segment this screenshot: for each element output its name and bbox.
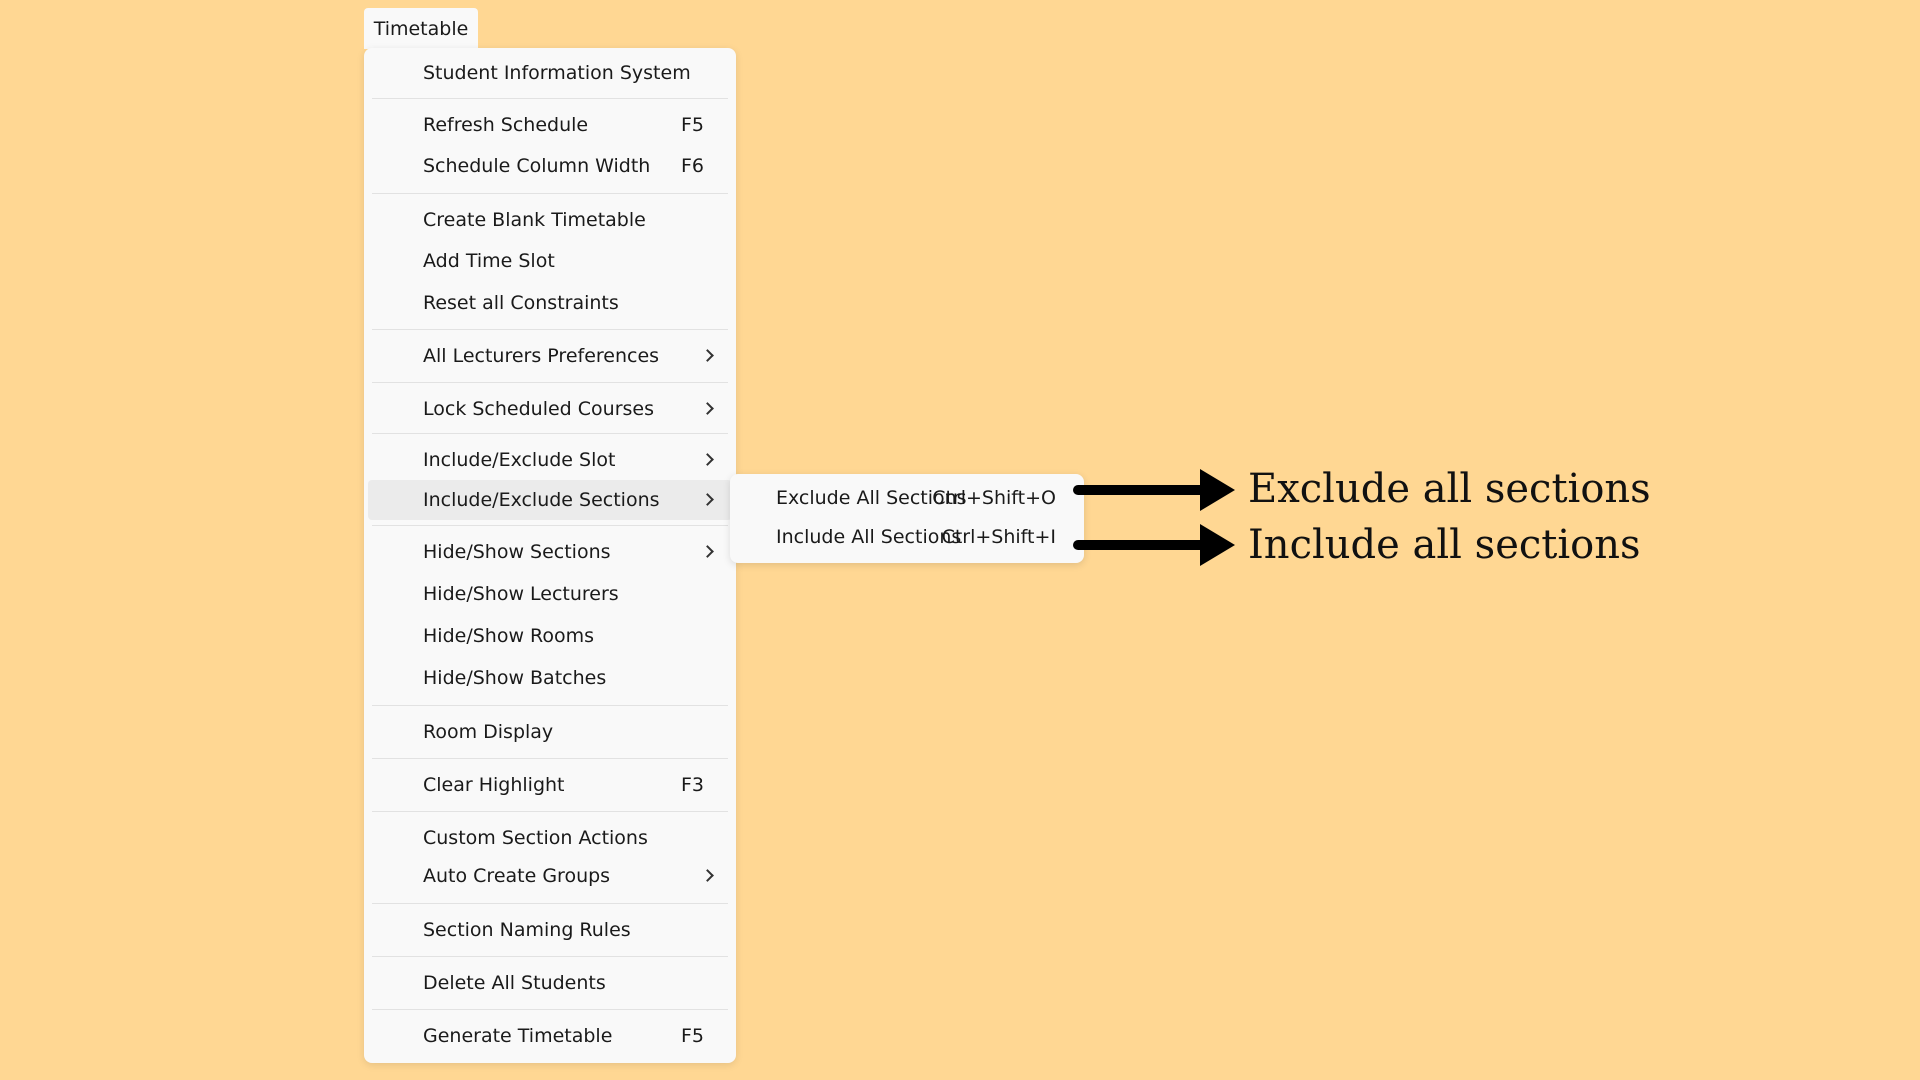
menu-item-hide-show-batches[interactable]: Hide/Show Batches [368,658,732,698]
menu-item-label: Clear Highlight [423,774,565,796]
menu-item-label: Include/Exclude Sections [423,489,660,511]
menu-separator [372,193,728,194]
menu-item-label: Student Information System [423,62,691,84]
menu-separator [372,758,728,759]
menu-item-label: Section Naming Rules [423,919,631,941]
menu-item-lock-scheduled-courses[interactable]: Lock Scheduled Courses [368,389,732,429]
menu-item-label: Generate Timetable [423,1025,613,1047]
menu-item-clear-highlight[interactable]: Clear Highlight F3 [368,765,732,805]
submenu-item-label: Include All Sections [776,526,962,548]
menu-item-section-naming-rules[interactable]: Section Naming Rules [368,910,732,950]
menu-separator [372,705,728,706]
menu-item-shortcut: F5 [680,1025,704,1047]
menu-item-label: Hide/Show Sections [423,541,611,563]
menu-item-label: Schedule Column Width [423,155,651,177]
menu-item-shortcut: F6 [680,155,704,177]
menu-separator [372,956,728,957]
menu-separator [372,903,728,904]
menu-separator [372,329,728,330]
menu-item-create-blank-timetable[interactable]: Create Blank Timetable [368,200,732,240]
menu-separator [372,525,728,526]
chevron-right-icon [701,453,714,466]
chevron-right-icon [701,349,714,362]
menu-item-custom-section-actions[interactable]: Custom Section Actions [368,818,732,858]
chevron-right-icon [701,869,714,882]
menu-item-label: Delete All Students [423,972,606,994]
menu-item-label: Add Time Slot [423,250,555,272]
menu-separator [372,811,728,812]
menu-item-room-display[interactable]: Room Display [368,712,732,752]
callout-exclude-all-sections: Exclude all sections [1248,466,1651,512]
include-exclude-sections-submenu: Exclude All Sections Ctrl+Shift+O Includ… [730,474,1084,563]
menu-separator [372,1009,728,1010]
menu-item-delete-all-students[interactable]: Delete All Students [368,963,732,1003]
menu-item-hide-show-sections[interactable]: Hide/Show Sections [368,532,732,572]
submenu-item-shortcut: Ctrl+Shift+I [941,526,1056,548]
timetable-menu: Student Information System Refresh Sched… [364,48,736,1063]
menubar-timetable[interactable]: Timetable [364,8,478,49]
menu-item-label: Room Display [423,721,554,743]
menu-item-reset-all-constraints[interactable]: Reset all Constraints [368,283,732,323]
menu-item-shortcut: F3 [680,774,704,796]
chevron-right-icon [701,493,714,506]
menu-item-label: Lock Scheduled Courses [423,398,655,420]
menu-item-hide-show-rooms[interactable]: Hide/Show Rooms [368,616,732,656]
menu-item-all-lecturers-preferences[interactable]: All Lecturers Preferences [368,336,732,376]
menu-item-label: Refresh Schedule [423,114,589,136]
menu-item-label: All Lecturers Preferences [423,345,660,367]
menu-item-schedule-column-width[interactable]: Schedule Column Width F6 [368,146,732,186]
submenu-item-shortcut: Ctrl+Shift+O [932,487,1056,509]
menu-item-label: Reset all Constraints [423,292,619,314]
menu-item-label: Hide/Show Lecturers [423,583,619,605]
callout-include-all-sections: Include all sections [1248,522,1641,568]
menu-separator [372,382,728,383]
menu-item-shortcut: F5 [680,114,704,136]
menu-item-label: Hide/Show Rooms [423,625,595,647]
menu-item-label: Custom Section Actions [423,827,648,849]
submenu-item-include-all-sections[interactable]: Include All Sections Ctrl+Shift+I [734,518,1080,556]
menu-item-student-information-system[interactable]: Student Information System [368,53,732,93]
menu-item-label: Hide/Show Batches [423,667,607,689]
menu-item-label: Include/Exclude Slot [423,449,616,471]
menu-separator [372,98,728,99]
menubar-timetable-label: Timetable [373,17,469,40]
menu-item-add-time-slot[interactable]: Add Time Slot [368,241,732,281]
menu-item-label: Create Blank Timetable [423,209,646,231]
menu-item-include-exclude-slot[interactable]: Include/Exclude Slot [368,440,732,480]
menu-item-auto-create-groups[interactable]: Auto Create Groups [368,856,732,896]
menu-item-label: Auto Create Groups [423,865,611,887]
submenu-item-exclude-all-sections[interactable]: Exclude All Sections Ctrl+Shift+O [734,479,1080,517]
chevron-right-icon [701,545,714,558]
menu-item-refresh-schedule[interactable]: Refresh Schedule F5 [368,105,732,145]
chevron-right-icon [701,402,714,415]
menu-separator [372,433,728,434]
menu-item-hide-show-lecturers[interactable]: Hide/Show Lecturers [368,574,732,614]
menu-item-generate-timetable[interactable]: Generate Timetable F5 [368,1016,732,1056]
menu-item-include-exclude-sections[interactable]: Include/Exclude Sections [368,480,732,520]
